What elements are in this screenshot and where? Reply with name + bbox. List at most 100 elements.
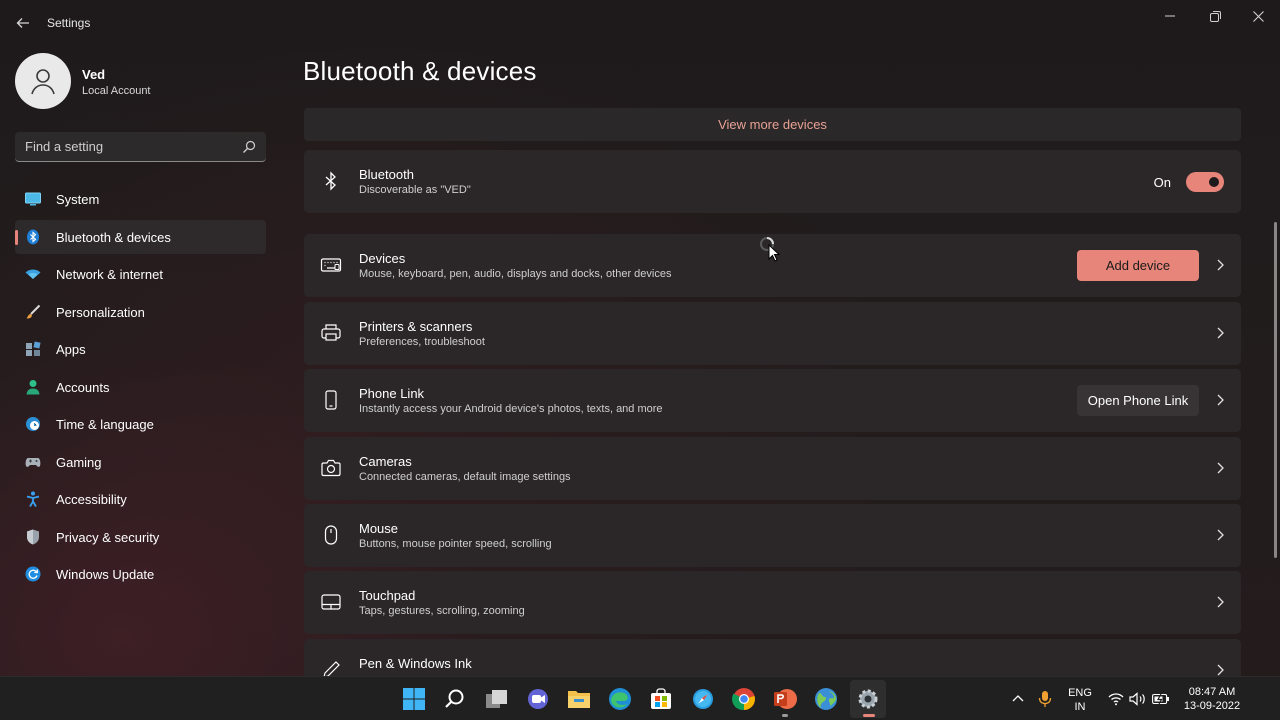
clock-time: 08:47 AM (1188, 686, 1236, 698)
edge-icon (609, 688, 631, 710)
card-subtitle: Instantly access your Android device's p… (359, 403, 663, 415)
clock[interactable]: 08:47 AM 13-09-2022 (1180, 685, 1244, 713)
store-button[interactable] (648, 686, 674, 712)
wifi-status-button[interactable] (1104, 686, 1128, 712)
sidebar-item-label: Accessibility (56, 492, 127, 507)
sidebar-item-label: Network & internet (56, 267, 163, 282)
teams-chat-button[interactable] (525, 686, 551, 712)
speaker-icon (1129, 692, 1145, 706)
sidebar-item-bluetooth-devices[interactable]: Bluetooth & devices (15, 219, 266, 254)
folder-icon (568, 691, 590, 708)
compass-icon (693, 689, 713, 709)
taskbar-search-button[interactable] (442, 686, 468, 712)
search-icon[interactable] (242, 140, 256, 154)
card-subtitle: Preferences, troubleshoot (359, 336, 485, 348)
clock-globe-icon (26, 417, 40, 431)
mouse-card[interactable]: Mouse Buttons, mouse pointer speed, scro… (304, 504, 1241, 567)
chevron-right-icon (1217, 462, 1224, 474)
show-hidden-icons-button[interactable] (1006, 686, 1030, 712)
system-icon (25, 192, 41, 206)
toggle-knob (1209, 177, 1219, 187)
back-button[interactable] (10, 10, 36, 36)
page-title: Bluetooth & devices (303, 56, 537, 86)
task-view-icon (486, 690, 507, 708)
app-title: Settings (47, 16, 91, 30)
sidebar-item-label: Gaming (56, 454, 102, 470)
card-title: Printers & scanners (359, 319, 473, 334)
running-indicator (782, 714, 788, 717)
sidebar-item-accounts[interactable]: Accounts (15, 370, 266, 404)
card-subtitle: Buttons, mouse pointer speed, scrolling (359, 538, 552, 550)
card-title: Touchpad (359, 588, 416, 603)
sidebar-item-network[interactable]: Network & internet (15, 257, 266, 291)
volume-button[interactable] (1126, 686, 1150, 712)
sidebar-item-personalization[interactable]: Personalization (15, 295, 266, 329)
printers-card[interactable]: Printers & scanners Preferences, trouble… (304, 302, 1241, 365)
touchpad-card[interactable]: Touchpad Taps, gestures, scrolling, zoom… (304, 571, 1241, 634)
avatar (15, 53, 71, 109)
wifi-icon (1108, 693, 1124, 706)
scrollbar[interactable] (1274, 222, 1277, 558)
sidebar-item-privacy[interactable]: Privacy & security (15, 520, 266, 554)
sidebar-nav: System Bluetooth & devices Network & int… (15, 182, 266, 595)
microphone-button[interactable] (1033, 686, 1057, 712)
store-icon (651, 688, 671, 709)
sidebar-item-windows-update[interactable]: Windows Update (15, 557, 266, 591)
chrome-button[interactable] (731, 686, 757, 712)
account-type: Local Account (82, 85, 151, 97)
search-input[interactable]: Find a setting (25, 139, 103, 154)
sidebar-item-accessibility[interactable]: Accessibility (15, 482, 266, 516)
maps-button[interactable] (813, 686, 839, 712)
settings-taskbar-button[interactable] (855, 686, 881, 712)
task-view-button[interactable] (484, 686, 510, 712)
close-button[interactable] (1238, 4, 1278, 28)
minimize-button[interactable] (1150, 4, 1190, 28)
sidebar-item-apps[interactable]: Apps (15, 332, 266, 366)
view-more-devices-button[interactable]: View more devices (304, 108, 1241, 141)
open-phone-link-button[interactable]: Open Phone Link (1077, 385, 1199, 416)
cameras-card[interactable]: Cameras Connected cameras, default image… (304, 437, 1241, 500)
mouse-pointer-icon (768, 244, 780, 262)
add-device-button[interactable]: Add device (1077, 250, 1199, 281)
card-title: Mouse (359, 521, 399, 536)
maximize-button[interactable] (1195, 4, 1235, 28)
active-indicator (863, 714, 875, 717)
windows-logo-icon (403, 688, 425, 710)
chevron-right-icon (1217, 664, 1224, 676)
safari-button[interactable] (690, 686, 716, 712)
file-explorer-button[interactable] (566, 686, 592, 712)
powerpoint-button[interactable] (772, 686, 798, 712)
sidebar-item-label: Accounts (56, 379, 110, 395)
chevron-up-icon (1012, 695, 1024, 702)
brush-icon (26, 304, 41, 318)
card-title: Devices (359, 251, 406, 266)
sidebar-item-gaming[interactable]: Gaming (15, 445, 266, 479)
pen-windows-ink-card[interactable]: Pen & Windows Ink (304, 639, 1241, 676)
bluetooth-icon (325, 171, 336, 191)
sidebar-item-label: Personalization (56, 304, 145, 320)
sidebar-item-label: Privacy & security (56, 529, 160, 545)
printer-icon (321, 324, 341, 341)
bluetooth-icon (27, 229, 39, 244)
touchpad-icon (321, 594, 341, 610)
search-box[interactable]: Find a setting (15, 132, 266, 162)
sidebar-item-label: Time & language (56, 417, 154, 432)
sidebar-item-label: Windows Update (56, 567, 155, 582)
chevron-right-icon (1217, 327, 1224, 339)
start-button[interactable] (401, 686, 427, 712)
bluetooth-toggle[interactable] (1186, 172, 1224, 192)
card-title: Bluetooth (359, 167, 414, 182)
language-code: ENG (1068, 687, 1092, 699)
sidebar-item-system[interactable]: System (15, 182, 266, 216)
edge-button[interactable] (607, 686, 633, 712)
chevron-right-icon (1217, 529, 1224, 541)
region-code: IN (1074, 701, 1086, 713)
sidebar-item-time-language[interactable]: Time & language (15, 407, 266, 441)
sidebar-item-label: Bluetooth & devices (56, 229, 171, 245)
input-language-indicator[interactable]: ENG IN (1066, 686, 1094, 714)
globe-icon (815, 688, 837, 710)
battery-button[interactable] (1149, 686, 1173, 712)
phone-link-card[interactable]: Phone Link Instantly access your Android… (304, 369, 1241, 432)
update-icon (25, 566, 41, 582)
chevron-right-icon (1217, 596, 1224, 608)
